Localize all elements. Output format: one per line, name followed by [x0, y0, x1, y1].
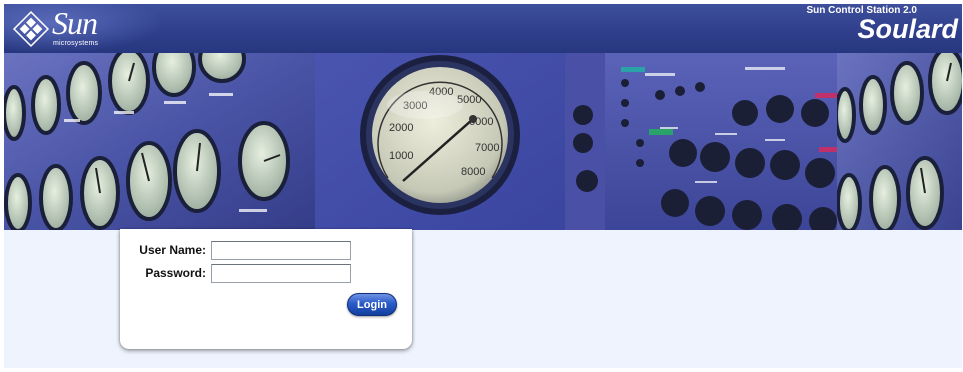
banner-image: 1000 2000 3000 4000 5000 6000 7000 8000 — [4, 53, 962, 230]
logo-subtitle: microsystems — [53, 40, 99, 47]
gauge-tick-1000: 1000 — [389, 150, 413, 162]
logo-wordmark: Sun — [52, 5, 98, 41]
gauges-photo-left — [4, 53, 315, 230]
control-knobs-photo — [565, 53, 837, 230]
gauges-photo-right — [837, 53, 962, 230]
pressure-gauge-photo: 1000 2000 3000 4000 5000 6000 7000 8000 — [315, 53, 565, 230]
gauge-tick-7000: 7000 — [475, 142, 499, 154]
sun-diamond-icon — [12, 10, 50, 48]
username-label: User Name: — [139, 243, 206, 257]
gauge-tick-8000: 8000 — [461, 166, 485, 178]
sun-logo[interactable]: Sun microsystems — [12, 5, 132, 50]
server-name: Soulard — [857, 14, 958, 44]
password-label: Password: — [145, 266, 206, 280]
password-input[interactable] — [211, 264, 351, 283]
username-input[interactable] — [211, 241, 351, 260]
header-bar: Sun microsystems Sun Control Station 2.0… — [4, 4, 962, 53]
login-button[interactable]: Login — [347, 293, 397, 316]
gauge-tick-2000: 2000 — [389, 122, 413, 134]
